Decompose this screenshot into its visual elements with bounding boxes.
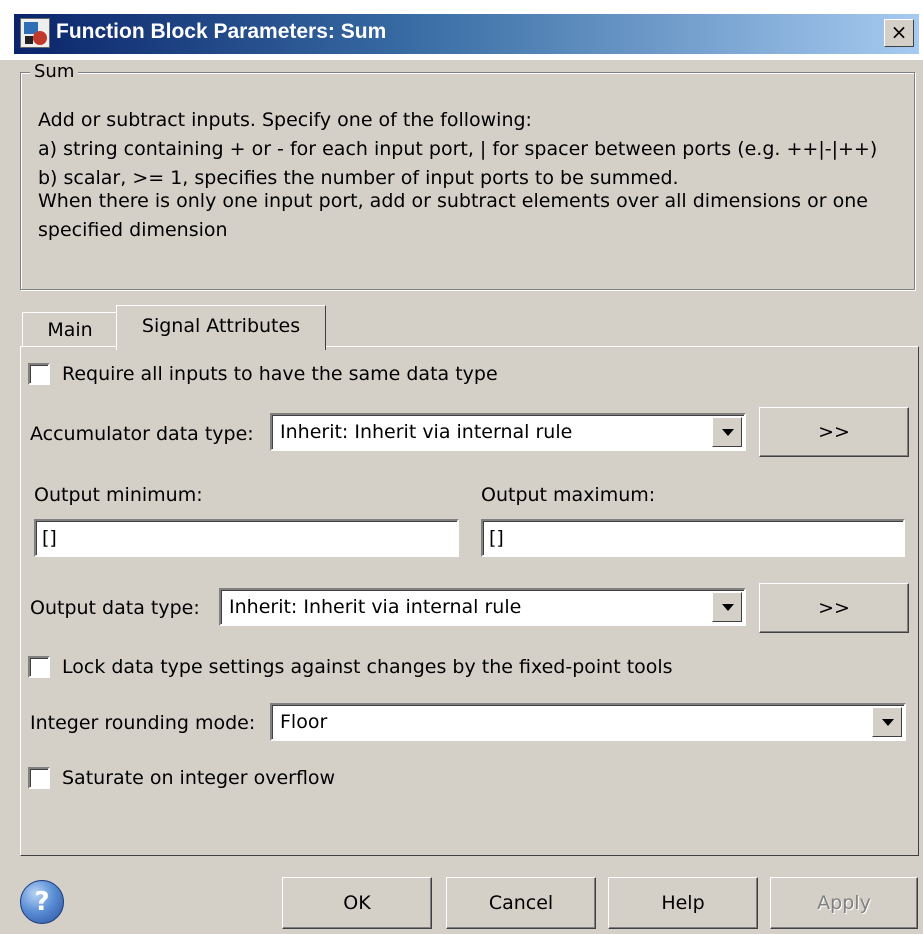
saturate-checkbox[interactable]: [28, 767, 50, 789]
chevron-down-icon[interactable]: [712, 592, 742, 622]
require-same-type-label: Require all inputs to have the same data…: [62, 363, 498, 385]
group-title: Sum: [30, 61, 79, 82]
simulink-app-icon: [20, 18, 50, 48]
question-mark-icon[interactable]: ?: [20, 880, 64, 924]
rounding-mode-label: Integer rounding mode:: [30, 712, 256, 734]
lock-data-type-checkbox[interactable]: [28, 656, 50, 678]
output-data-type-assistant-button[interactable]: >>: [759, 583, 909, 633]
description-line: a) string containing + or - for each inp…: [38, 138, 878, 160]
accumulator-assistant-button[interactable]: >>: [759, 407, 909, 457]
description-line: specified dimension: [38, 219, 228, 241]
accumulator-select[interactable]: Inherit: Inherit via internal rule: [270, 413, 746, 451]
rounding-mode-select[interactable]: Floor: [270, 703, 906, 741]
help-button[interactable]: Help: [608, 877, 758, 929]
cancel-button[interactable]: Cancel: [446, 877, 596, 929]
tab-signal-attributes[interactable]: Signal Attributes: [116, 305, 326, 350]
accumulator-value: Inherit: Inherit via internal rule: [280, 421, 573, 443]
tab-main[interactable]: Main: [22, 312, 118, 348]
chevron-down-icon[interactable]: [712, 417, 742, 447]
title-bar: Function Block Parameters: Sum ×: [0, 0, 923, 60]
rounding-mode-value: Floor: [280, 711, 328, 733]
description-line: Add or subtract inputs. Specify one of t…: [38, 109, 532, 131]
close-button[interactable]: ×: [884, 19, 914, 47]
output-maximum-label: Output maximum:: [481, 484, 656, 506]
apply-button[interactable]: Apply: [770, 877, 918, 929]
chevron-down-icon[interactable]: [872, 707, 902, 737]
output-data-type-value: Inherit: Inherit via internal rule: [229, 596, 522, 618]
accumulator-label: Accumulator data type:: [30, 423, 254, 445]
require-same-type-checkbox[interactable]: [28, 363, 50, 385]
output-data-type-label: Output data type:: [30, 597, 200, 619]
lock-data-type-label: Lock data type settings against changes …: [62, 656, 673, 678]
output-minimum-label: Output minimum:: [34, 484, 203, 506]
output-data-type-select[interactable]: Inherit: Inherit via internal rule: [219, 588, 746, 626]
description-line: When there is only one input port, add o…: [38, 190, 868, 212]
window-title: Function Block Parameters: Sum: [56, 20, 387, 43]
output-minimum-input[interactable]: [34, 519, 459, 557]
ok-button[interactable]: OK: [282, 877, 432, 929]
output-maximum-input[interactable]: [481, 519, 905, 557]
saturate-label: Saturate on integer overflow: [62, 767, 336, 789]
